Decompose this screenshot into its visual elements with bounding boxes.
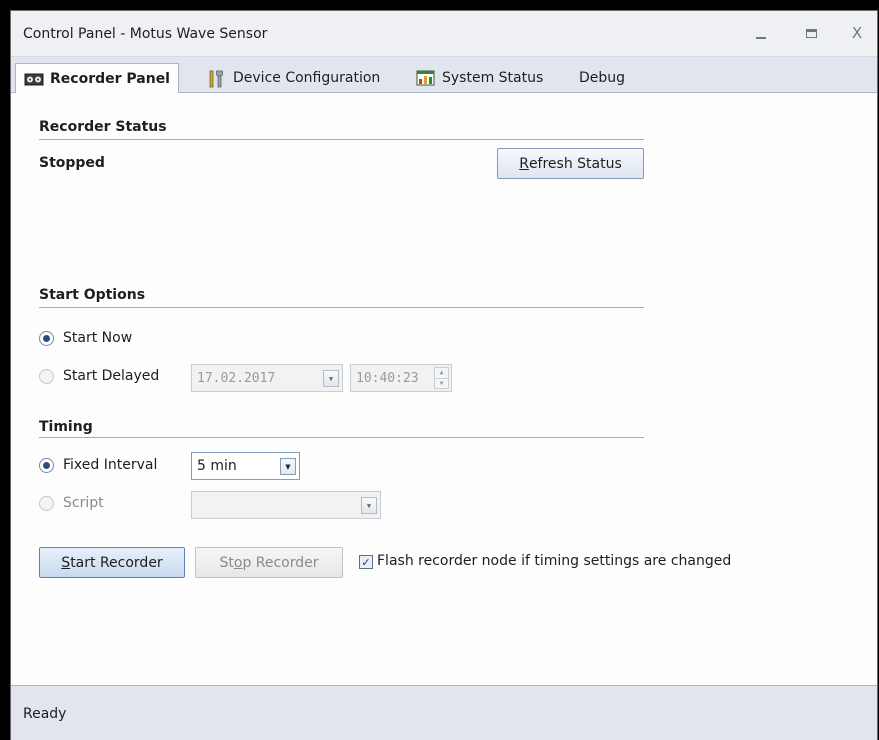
spin-up-icon[interactable]: ▲ — [435, 368, 448, 379]
start-time-picker[interactable]: 10:40:23 ▲ ▼ — [350, 364, 452, 392]
start-now-label: Start Now — [63, 330, 133, 346]
minimize-icon — [756, 37, 766, 39]
flash-recorder-label[interactable]: Flash recorder node if timing settings a… — [377, 553, 731, 569]
control-panel-window: Control Panel - Motus Wave Sensor X Reco… — [10, 10, 878, 740]
section-divider — [39, 437, 644, 438]
start-delayed-option[interactable]: Start Delayed — [39, 368, 159, 384]
maximize-icon — [805, 28, 817, 38]
tab-debug[interactable]: Debug — [571, 63, 633, 93]
button-label-part: St — [219, 554, 234, 571]
refresh-status-button[interactable]: Refresh Status — [497, 148, 644, 179]
section-divider — [39, 307, 644, 308]
tab-label: System Status — [442, 70, 544, 86]
tab-label: Recorder Panel — [50, 70, 170, 87]
timing-heading: Timing — [39, 419, 93, 435]
script-select[interactable]: ▼ — [191, 491, 381, 519]
minimize-button[interactable] — [746, 21, 776, 45]
recorder-state: Stopped — [39, 155, 105, 171]
title-bar: Control Panel - Motus Wave Sensor X — [11, 11, 877, 57]
start-recorder-button[interactable]: Start Recorder — [39, 547, 185, 578]
recorder-panel: Recorder Status Stopped Refresh Status S… — [11, 93, 877, 685]
recorder-status-heading: Recorder Status — [39, 119, 167, 135]
button-mnemonic: R — [519, 155, 529, 172]
tab-device-configuration[interactable]: Device Configuration — [199, 63, 388, 93]
start-now-radio[interactable] — [39, 330, 54, 346]
script-radio[interactable] — [39, 495, 54, 511]
button-mnemonic: o — [233, 554, 243, 571]
chevron-down-icon[interactable]: ▼ — [280, 458, 296, 475]
tab-strip: Recorder Panel Device Configuration Syst… — [11, 57, 877, 94]
start-date-picker[interactable]: 17.02.2017 ▼ — [191, 364, 343, 392]
spin-down-icon[interactable]: ▼ — [435, 379, 448, 389]
fixed-interval-label: Fixed Interval — [63, 457, 158, 473]
window-title: Control Panel - Motus Wave Sensor — [23, 26, 268, 42]
close-icon: X — [851, 24, 863, 42]
start-delayed-radio[interactable] — [39, 368, 54, 384]
status-bar: Ready — [11, 685, 877, 740]
button-label-part: p Recorder — [242, 554, 319, 571]
tab-label: Device Configuration — [233, 70, 381, 86]
recorder-icon — [24, 71, 44, 87]
tools-icon — [207, 70, 227, 88]
fixed-interval-radio[interactable] — [39, 457, 54, 473]
fixed-interval-value: 5 min — [197, 458, 237, 474]
flash-recorder-checkbox[interactable]: ✓ — [359, 555, 373, 569]
start-options-heading: Start Options — [39, 287, 146, 303]
start-time-value: 10:40:23 — [356, 370, 419, 386]
start-delayed-label: Start Delayed — [63, 368, 160, 384]
fixed-interval-option[interactable]: Fixed Interval — [39, 457, 157, 473]
tab-recorder-panel[interactable]: Recorder Panel — [15, 63, 179, 94]
status-icon — [416, 70, 436, 86]
button-mnemonic: S — [61, 554, 71, 571]
chevron-down-icon[interactable]: ▼ — [323, 370, 339, 387]
tab-system-status[interactable]: System Status — [408, 63, 551, 93]
time-spinner[interactable]: ▲ ▼ — [434, 367, 449, 389]
button-label-part: efresh Status — [528, 155, 622, 172]
start-date-value: 17.02.2017 — [197, 370, 276, 386]
script-option[interactable]: Script — [39, 495, 104, 511]
stop-recorder-button[interactable]: St o p Recorder — [195, 547, 343, 578]
fixed-interval-select[interactable]: 5 min ▼ — [191, 452, 300, 480]
section-divider — [39, 139, 644, 140]
button-label-part: tart Recorder — [70, 554, 163, 571]
script-label: Script — [63, 495, 104, 511]
close-button[interactable]: X — [842, 21, 872, 45]
chevron-down-icon[interactable]: ▼ — [361, 497, 377, 514]
tab-label: Debug — [579, 70, 626, 86]
start-now-option[interactable]: Start Now — [39, 330, 132, 346]
status-text: Ready — [23, 706, 67, 722]
maximize-button[interactable] — [796, 21, 826, 45]
